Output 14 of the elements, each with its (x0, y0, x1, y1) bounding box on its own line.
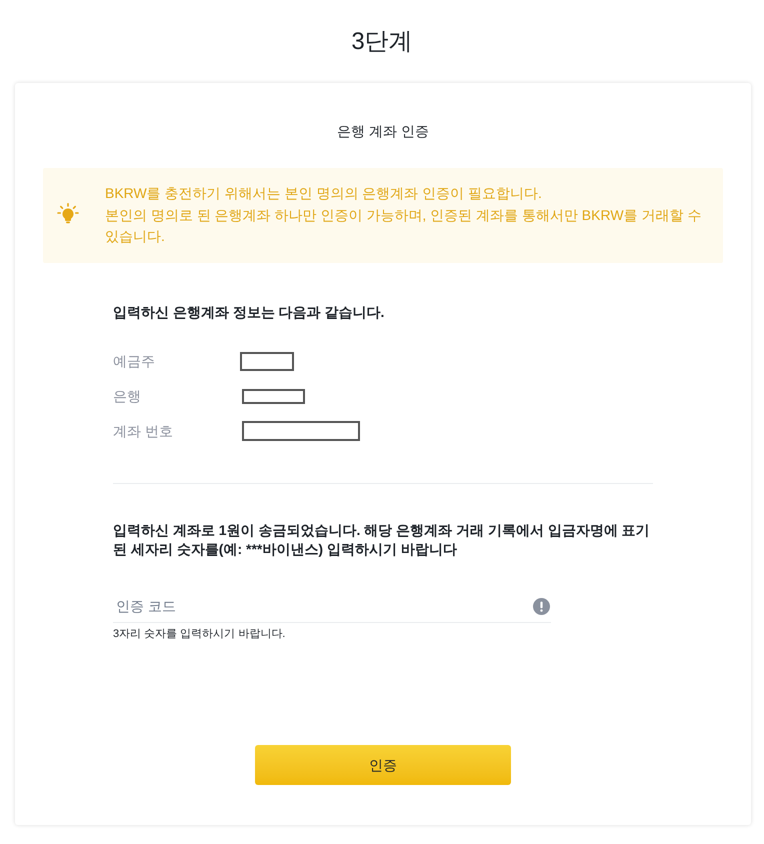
card-title: 은행 계좌 인증 (337, 122, 429, 141)
notice-text: BKRW를 충전하기 위해서는 본인 명의의 은행계좌 인증이 필요합니다. (105, 184, 543, 203)
instruction-text: 입력하신 계좌로 1원이 송금되었습니다. 해당 은행계좌 거래 기록에서 입금자명에 표기된 세자리 숫자를(예: ***바이낸스) 입력하시기 바랍니다 (113, 520, 651, 559)
page-title: 3단계 (351, 27, 413, 57)
notice-text: 본인의 명의로 된 은행계좌 하나만 인증이 가능하며, 인증된 계좌를 통해서만 BKRW를 거래할 수 있습니다. (105, 206, 702, 246)
alert-icon (533, 598, 550, 614)
hint-text: 3자리 숫자를 입력하시기 바랍니다. (113, 626, 286, 642)
section-heading: 입력하신 은행계좌 정보는 다음과 같습니다. (113, 302, 386, 322)
field-label: 예금주 (113, 352, 156, 371)
field-label: 계좌 번호 (113, 422, 174, 441)
field-label: 은행 (113, 387, 142, 406)
redaction-box (242, 388, 305, 404)
verify-button[interactable]: 인증 (255, 744, 511, 784)
redaction-box (240, 352, 294, 370)
